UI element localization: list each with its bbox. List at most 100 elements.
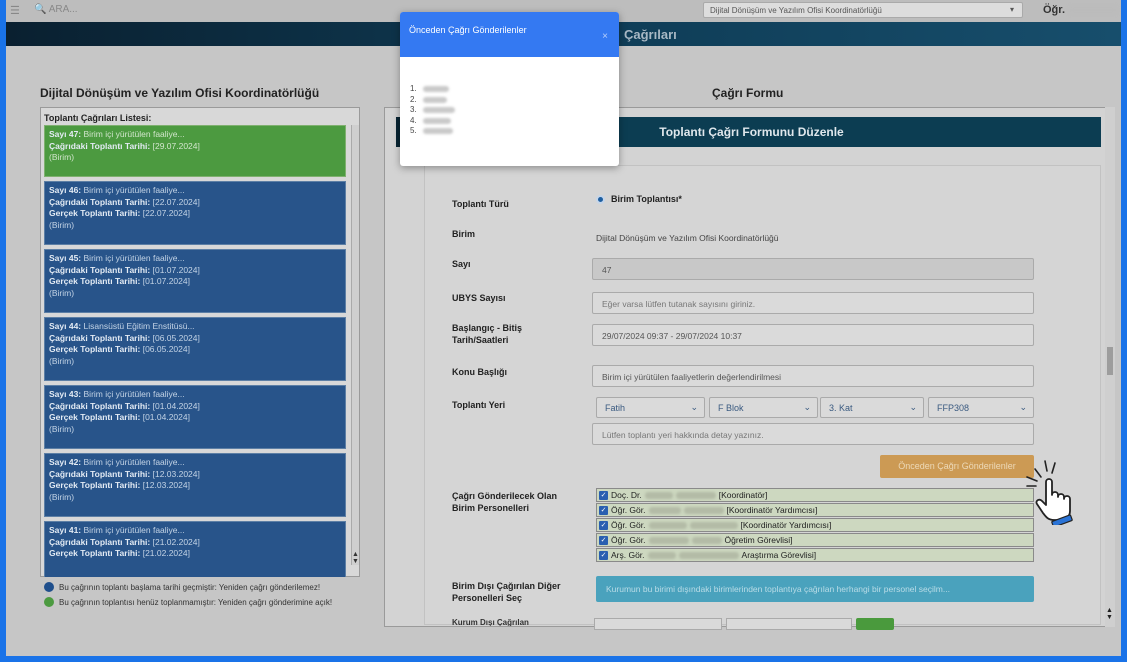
modal-recipient-number: 2. [410,94,417,104]
user-title[interactable]: Öğr. [1043,4,1065,16]
call-list-item[interactable]: Sayı 42: Birim içi yürütülen faaliye... Ç… [44,453,346,517]
add-external-button[interactable] [856,618,894,630]
call-item-type: (Birim) [49,152,75,162]
staff-row[interactable]: ✓ Doç. Dr. [Koordinatör] [596,488,1034,502]
call-list-scrollbar[interactable]: ▲ ▼ [351,125,359,565]
left-panel-title: Dijital Dönüşüm ve Yazılım Ofisi Koordin… [40,86,320,100]
modal-recipient-item: 5. [410,126,619,137]
staff-name-redacted [648,506,681,514]
call-item-line: Çağrıdaki Toplantı Tarihi: [06.05.2024] [49,333,341,345]
call-list-item[interactable]: Sayı 47: Birim içi yürütülen faaliye... Ç… [44,125,346,177]
user-name-redacted [1068,6,1118,14]
label-kurum-disi: Kurum Dışı Çağrılan [452,618,529,626]
call-item-line: Gerçek Toplantı Tarihi: [12.03.2024] [49,480,341,492]
modal-recipient-name-redacted [422,86,449,93]
yer-select-blok[interactable]: F Blok ⌄ [709,397,818,418]
call-item-value: Birim içi yürütülen faaliye... [83,253,185,263]
checkbox-checked-icon[interactable]: ✓ [599,505,608,515]
call-item-label: Gerçek Toplantı Tarihi: [49,208,141,218]
label-sayi: Sayı [452,259,471,269]
call-item-label: Çağrıdaki Toplantı Tarihi: [49,140,151,151]
tarih-input[interactable]: 29/07/2024 09:37 - 29/07/2024 10:37 [592,324,1034,346]
modal-recipient-number: 3. [410,105,417,114]
staff-name-redacted [647,551,676,559]
call-item-value: Birim içi yürütülen faaliye... [83,457,185,467]
form-panel-title: Çağrı Formu [712,86,784,100]
staff-row[interactable]: ✓ Öğr. Gör. [Koordinatör Yardımcısı] [596,503,1034,517]
onceki-cagrilar-button[interactable]: Önceden Çağrı Gönderilenler [880,455,1034,478]
call-item-value: [06.05.2024] [152,332,200,343]
call-item-value: [29.07.2024] [152,140,200,151]
yer-detail-input[interactable]: Lütfen toplantı yeri hakkında detay yazı… [592,423,1034,445]
scroll-down-icon[interactable]: ▼ [352,558,359,565]
call-item-label: Sayı 41: [49,525,82,535]
form-scrollbar[interactable] [1105,107,1115,627]
call-item-line: Çağrıdaki Toplantı Tarihi: [01.04.2024] [49,401,341,413]
modal-recipient-item: 4. [410,116,619,127]
external-name-input[interactable] [594,618,722,630]
staff-surname-redacted [683,506,724,514]
staff-title: Öğr. Gör. [611,520,646,530]
form-scrollbar-thumb[interactable] [1107,347,1113,375]
call-item-value: Birim içi yürütülen faaliye... [83,389,185,399]
call-list-item[interactable]: Sayı 44: Lisansüstü Eğitim Enstitüsü... Ç… [44,317,346,381]
yer-select-kat[interactable]: 3. Kat ⌄ [820,397,924,418]
call-item-line: Sayı 41: Birim içi yürütülen faaliye... [49,525,341,537]
label-tarih-line2: Tarih/Saatleri [452,335,509,345]
call-list-item[interactable]: Sayı 41: Birim içi yürütülen faaliye... Ç… [44,521,346,577]
modal-recipient-name-redacted [422,107,455,114]
radio-birim-toplantisi[interactable]: Birim Toplantısı* [596,194,682,204]
label-toplanti-turu: Toplantı Türü [452,199,509,209]
call-list[interactable]: Sayı 47: Birim içi yürütülen faaliye... Ç… [44,125,351,577]
checkbox-checked-icon[interactable]: ✓ [599,520,608,530]
call-item-line: Sayı 42: Birim içi yürütülen faaliye... [49,457,341,469]
legend-past: Bu çağrının toplantı başlama tarihi geçm… [44,582,320,592]
yer-select-kampus[interactable]: Fatih ⌄ [596,397,705,418]
call-item-label: Gerçek Toplantı Tarihi: [49,344,141,354]
label-personel: Çağrı Gönderilecek Olan Birim Personelle… [452,490,557,514]
staff-role: Öğretim Görevlisi] [724,535,793,545]
birim-value: Dijital Dönüşüm ve Yazılım Ofisi Koordin… [596,233,779,243]
close-icon[interactable]: × [602,31,608,42]
staff-name-redacted [648,536,689,544]
call-list-item[interactable]: Sayı 45: Birim içi yürütülen faaliye... Ç… [44,249,346,313]
call-list-item[interactable]: Sayı 43: Birim içi yürütülen faaliye... Ç… [44,385,346,449]
modal-recipient-item: 3. [410,105,619,116]
label-tarih: Başlangıç - Bitiş Tarih/Saatleri [452,322,522,346]
search-input[interactable]: 🔍 ARA... [34,4,78,15]
staff-row[interactable]: ✓ Öğr. Gör. Öğretim Görevlisi] [596,533,1034,547]
scroll-up-icon[interactable]: ▲ [352,551,359,558]
konu-input[interactable]: Birim içi yürütülen faaliyetlerin değerl… [592,365,1034,387]
call-item-line: Sayı 46: Birim içi yürütülen faaliye... [49,185,341,197]
legend-green-dot [44,597,54,607]
staff-row[interactable]: ✓ Öğr. Gör. [Koordinatör Yardımcısı] [596,518,1034,532]
staff-title: Arş. Gör. [611,550,645,560]
checkbox-checked-icon[interactable]: ✓ [599,535,608,545]
call-item-value: Birim içi yürütülen faaliye... [83,185,185,195]
call-list-item[interactable]: Sayı 46: Birim içi yürütülen faaliye... Ç… [44,181,346,245]
yer-select-oda[interactable]: FFP308 ⌄ [928,397,1034,418]
checkbox-checked-icon[interactable]: ✓ [599,490,608,500]
checkbox-checked-icon[interactable]: ✓ [599,550,608,560]
call-item-value: Lisansüstü Eğitim Enstitüsü... [83,321,195,331]
call-item-label: Gerçek Toplantı Tarihi: [49,412,141,422]
label-tarih-line1: Başlangıç - Bitiş [452,323,523,333]
call-item-type: (Birim) [49,219,75,230]
menu-icon[interactable]: ☰ [10,4,20,17]
ubys-input[interactable]: Eğer varsa lütfen tutanak sayısını girin… [592,292,1034,314]
staff-role: [Koordinatör Yardımcısı] [726,505,818,515]
chevron-down-icon: ▾ [1009,5,1014,14]
call-item-line: Sayı 45: Birim içi yürütülen faaliye... [49,253,341,265]
call-item-label: Çağrıdaki Toplantı Tarihi: [49,536,151,547]
call-item-line: Çağrıdaki Toplantı Tarihi: [12.03.2024] [49,469,341,481]
call-item-line: Çağrıdaki Toplantı Tarihi: [01.07.2024] [49,265,341,277]
resize-arrows-icon[interactable]: ▲ ▼ [1106,607,1113,621]
external-title-input[interactable] [726,618,852,630]
call-item-line: Gerçek Toplantı Tarihi: [22.07.2024] [49,208,341,220]
staff-row[interactable]: ✓ Arş. Gör. Araştırma Görevlisi] [596,548,1034,562]
call-item-type: (Birim) [49,491,75,502]
hand-pointer-icon [1026,460,1073,525]
modal-recipient-number: 5. [410,126,417,135]
select-external-staff-button[interactable]: Kurumun bu birimi dışındaki birimlerinde… [596,576,1034,602]
unit-select[interactable]: Dijital Dönüşüm ve Yazılım Ofisi Koordin… [703,2,1023,18]
